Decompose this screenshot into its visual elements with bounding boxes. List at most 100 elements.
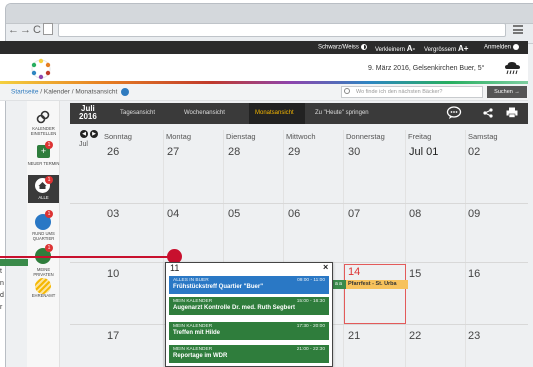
day-cell[interactable]: 23 [468, 330, 480, 342]
sidebar-item-new-event[interactable]: NEUER TERMIN [27, 161, 60, 167]
weekday-header: Donnerstag [346, 132, 385, 141]
tab-week-view[interactable]: Wochenansicht [184, 110, 225, 116]
print-icon[interactable] [506, 107, 518, 118]
event-item[interactable]: ALLES IN BUER 09:00 - 11:00 Frühstückstr… [169, 276, 329, 294]
grid-divider [405, 130, 406, 367]
notification-badge: 1 [45, 176, 53, 184]
calendar-event-bar[interactable]: Pfarrfest - St. Urba [346, 280, 408, 289]
weekday-header: Samstag [468, 132, 498, 141]
grid-divider [465, 130, 466, 367]
event-item[interactable]: MEIN KALENDER 17:30 - 20:00 Treffen mit … [169, 322, 329, 340]
page-icon [43, 23, 53, 35]
contrast-toggle[interactable]: Schwarz/Weiss [318, 44, 367, 51]
sidebar-item-quarter[interactable]: RUND UMS QUARTIER [27, 231, 60, 241]
prev-month-button[interactable]: ◀ [80, 130, 88, 138]
month-label: Juli 2016 [79, 104, 97, 121]
day-cell[interactable]: 28 [228, 146, 240, 158]
popup-day-number: 11 [170, 263, 180, 273]
day-cell[interactable]: 22 [409, 330, 421, 342]
breadcrumb-current: Kalender / Monatsansicht [43, 88, 118, 96]
breadcrumb: Startseite / Kalender / Monatsansicht [11, 88, 130, 96]
private-calendar-strip [0, 259, 28, 266]
event-time: 17:30 - 20:00 [296, 324, 325, 329]
day-cell[interactable]: 26 [107, 146, 119, 158]
today-day-number[interactable]: 14 [348, 266, 360, 278]
chat-icon[interactable] [446, 106, 462, 120]
notification-badge: 1 [45, 141, 53, 149]
search-icon [344, 88, 350, 94]
prev-month-label: Jul [79, 141, 88, 148]
enlarge-font-button[interactable]: Vergrössern A+ [424, 44, 468, 53]
day-cell[interactable]: 05 [228, 208, 240, 220]
calendar-event-bar[interactable]: a a [333, 280, 346, 289]
tab-jump-today[interactable]: Zu "Heute" springen [315, 110, 369, 116]
calendar-mini-icon [121, 88, 130, 96]
event-item[interactable]: MEIN KALENDER 15:00 - 16:30 Augenarzt Ko… [169, 297, 329, 315]
day-cell[interactable]: 30 [348, 146, 360, 158]
back-icon[interactable]: ← [8, 22, 19, 38]
day-cell[interactable]: 06 [288, 208, 300, 220]
event-time: 21:00 - 22:30 [296, 347, 325, 352]
contrast-icon [360, 44, 367, 50]
weekday-header: Freitag [408, 132, 432, 141]
event-title: Augenarzt Kontrolle Dr. med. Ruth Segber… [173, 305, 296, 311]
close-icon[interactable]: × [323, 262, 328, 272]
day-cell[interactable]: 15 [409, 268, 421, 280]
day-cell[interactable]: 29 [288, 146, 300, 158]
login-link[interactable]: Anmelden [484, 44, 519, 51]
screenshot-root: ← → C Schwarz/Weiss Verkleinern A- Vergr… [0, 0, 533, 367]
grid-divider [70, 203, 528, 204]
day-cell[interactable]: 16 [468, 268, 480, 280]
tab-day-view[interactable]: Tagesansicht [120, 110, 155, 116]
day-cell[interactable]: 27 [167, 146, 179, 158]
sidebar-item-all[interactable]: ALLE [27, 195, 60, 201]
notification-badge: 1 [45, 210, 53, 218]
utility-bar: Schwarz/Weiss Verkleinern A- Vergrössern… [0, 41, 528, 54]
day-cell[interactable]: 02 [468, 146, 480, 158]
day-cell[interactable]: 17 [107, 330, 119, 342]
url-input[interactable] [58, 23, 506, 37]
next-month-button[interactable]: ▶ [90, 130, 98, 138]
weekday-header: Dienstag [226, 132, 256, 141]
day-cell[interactable]: 08 [409, 208, 421, 220]
day-cell[interactable]: 03 [107, 208, 119, 220]
search-input[interactable]: Wo finde ich den nächsten Bäcker? [341, 86, 483, 98]
breadcrumb-home-link[interactable]: Startseite [11, 89, 38, 96]
event-title: Reportage im WDR [173, 353, 228, 359]
cropped-annotation-text: t [0, 268, 2, 275]
event-time: 15:00 - 16:30 [296, 299, 325, 304]
logo-icon[interactable] [28, 58, 54, 80]
reload-icon[interactable]: C [33, 22, 41, 38]
grid-divider [163, 130, 164, 367]
day-cell[interactable]: 09 [468, 208, 480, 220]
event-item[interactable]: MEIN KALENDER 21:00 - 22:30 Reportage im… [169, 345, 329, 363]
login-arrow-icon [512, 44, 519, 50]
weekday-header: Sonntag [104, 132, 132, 141]
settings-link-icon[interactable] [36, 110, 50, 124]
cropped-annotation-text: r [0, 304, 3, 311]
volunteer-calendar-icon[interactable] [35, 278, 51, 294]
event-title: Frühstückstreff Quartier "Buer" [173, 284, 264, 290]
forward-icon[interactable]: → [20, 22, 31, 38]
event-time: 09:00 - 11:00 [297, 278, 325, 283]
event-title: Treffen mit Hilde [173, 330, 221, 336]
share-icon[interactable] [483, 108, 493, 118]
sidebar-item-settings[interactable]: KALENDER EINSTELLEN [27, 126, 60, 136]
notification-badge: 1 [45, 244, 53, 252]
day-cell[interactable]: 07 [348, 208, 360, 220]
day-cell[interactable]: 10 [107, 268, 119, 280]
sidebar-item-volunteer[interactable]: EHRENAMT [27, 293, 60, 299]
sidebar-item-private[interactable]: MEINE PRIVATEN [27, 267, 60, 277]
cropped-annotation-text: n [0, 280, 4, 287]
browser-menu-icon[interactable] [513, 25, 523, 34]
tab-month-view[interactable]: Monatsansicht [255, 110, 294, 116]
browser-tab-bar [6, 4, 533, 24]
day-cell[interactable]: Jul 01 [409, 146, 438, 158]
day-cell[interactable]: 04 [167, 208, 179, 220]
search-button[interactable]: Suchen → [487, 86, 527, 98]
breadcrumb-separator: / [40, 88, 43, 96]
day-cell[interactable]: 21 [348, 330, 360, 342]
cropped-annotation-text: d [0, 292, 4, 299]
shrink-font-button[interactable]: Verkleinern A- [375, 44, 415, 53]
weather-rain-icon [505, 62, 520, 75]
